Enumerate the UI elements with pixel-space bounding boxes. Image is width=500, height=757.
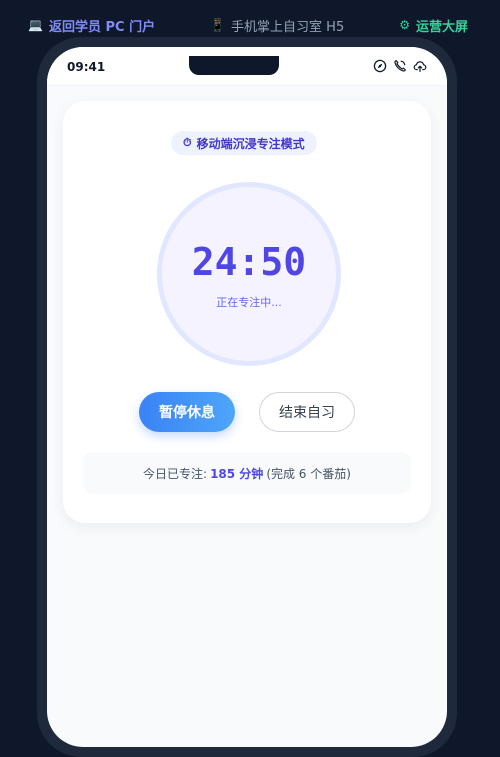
cloud-upload-icon [413,61,427,72]
focus-mode-label: 移动端沉浸专注模式 [196,136,305,151]
mobile-phone-icon: 📱 [210,18,226,32]
countdown-timer: 24:50 [191,240,307,284]
mobile-study-room-label: 手机掌上自习室 H5 [231,19,345,35]
phone-notch [189,56,279,75]
end-study-button[interactable]: 结束自习 [259,392,355,432]
timer-ring: 24:50 正在专注中... [157,182,341,366]
focus-card: ⏱ 移动端沉浸专注模式 24:50 正在专注中... 暂停休息 结束自习 今日已… [63,101,431,523]
focus-mode-badge: ⏱ 移动端沉浸专注模式 [171,131,317,155]
summary-suffix: (完成 6 个番茄) [266,466,351,481]
operations-dashboard-label: 运营大屏 [415,19,468,35]
status-time: 09:41 [67,60,106,74]
pause-button[interactable]: 暂停休息 [139,392,235,432]
phone-frame: 09:41 ⏱ 移动端沉浸专注模式 24:50 正在专注中... 暂停休息 结束… [37,37,457,757]
gear-icon: ⚙ [399,18,410,32]
phone-icon [394,60,406,72]
mobile-study-room-link[interactable]: 📱 手机掌上自习室 H5 [210,16,344,35]
daily-summary: 今日已专注: 185 分钟 (完成 6 个番茄) [83,452,411,494]
compass-icon [373,59,387,73]
status-icons [373,59,427,73]
focus-minutes: 185 分钟 [210,466,264,481]
phone-screen: 09:41 ⏱ 移动端沉浸专注模式 24:50 正在专注中... 暂停休息 结束… [47,47,447,747]
laptop-icon: 💻 [28,18,43,32]
back-to-pc-portal-link[interactable]: 💻 返回学员 PC 门户 [28,16,155,35]
back-to-pc-portal-label: 返回学员 PC 门户 [48,19,156,35]
stopwatch-icon: ⏱ [183,136,192,149]
status-bar: 09:41 [47,47,447,86]
operations-dashboard-link[interactable]: ⚙ 运营大屏 [399,16,468,35]
focus-status-text: 正在专注中... [216,296,282,309]
summary-prefix: 今日已专注: [143,466,208,481]
